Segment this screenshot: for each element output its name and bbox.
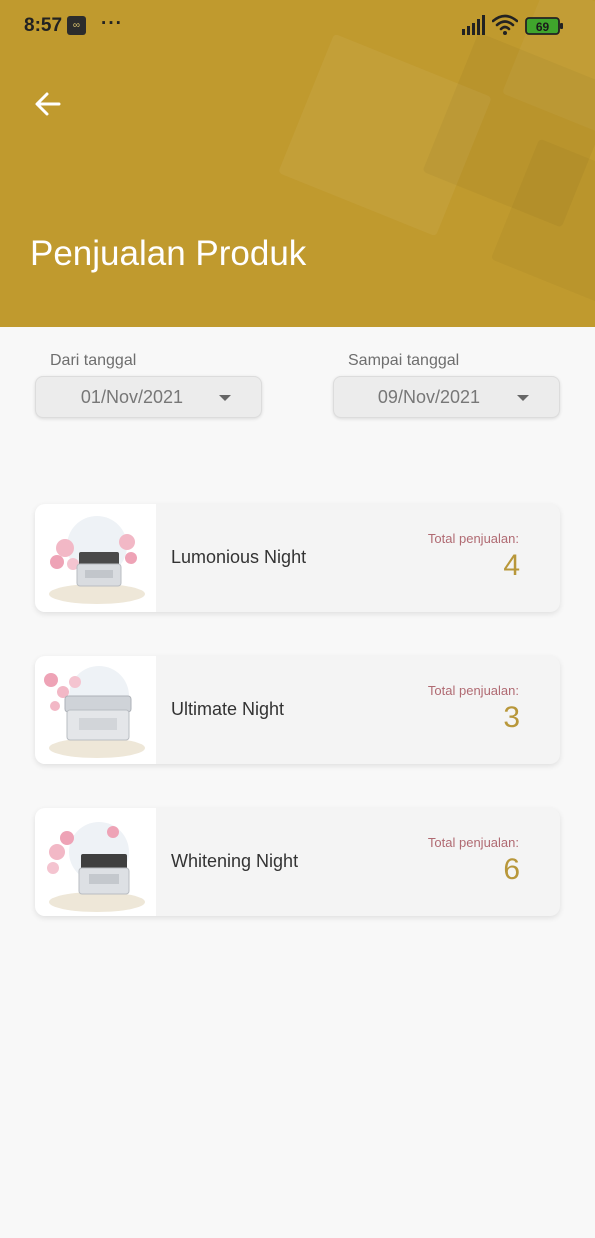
total-sales-label: Total penjualan: — [427, 835, 519, 850]
product-image — [35, 808, 156, 916]
total-sales-value: 3 — [503, 701, 520, 734]
date-from-dropdown[interactable]: 01/Nov/2021 — [35, 376, 262, 418]
status-time: 8:57 — [24, 15, 63, 36]
date-to-group: Sampai tanggal 09/Nov/2021 — [333, 352, 560, 418]
arrow-left-icon — [35, 92, 61, 116]
total-sales-label: Total penjualan: — [427, 531, 519, 546]
back-button[interactable] — [30, 86, 66, 122]
product-name: Whitening Night — [171, 851, 299, 871]
date-to-dropdown[interactable]: 09/Nov/2021 — [333, 376, 560, 418]
night-cream-jar-image — [44, 666, 145, 758]
status-bar: 8:57 ∞ ··· 69 — [0, 0, 595, 54]
total-sales-label: Total penjualan: — [427, 683, 519, 698]
more-notifications-icon: ··· — [101, 13, 123, 34]
date-to-value: 09/Nov/2021 — [377, 386, 480, 407]
chevron-down-icon — [517, 395, 529, 401]
product-card[interactable]: Lumonious Night Total penjualan: 4 — [35, 504, 560, 612]
product-name: Lumonious Night — [171, 547, 307, 567]
product-name: Ultimate Night — [171, 699, 285, 719]
date-to-label: Sampai tanggal — [348, 352, 460, 369]
battery-level: 69 — [536, 20, 550, 34]
battery-icon: 69 — [525, 16, 565, 36]
product-image — [35, 504, 156, 612]
night-cream-jar-image — [49, 516, 145, 604]
date-from-label: Dari tanggal — [50, 352, 137, 369]
wifi-icon — [492, 14, 518, 35]
page-title: Penjualan Produk — [30, 234, 307, 273]
infinity-icon: ∞ — [67, 16, 86, 35]
total-sales-value: 6 — [503, 853, 520, 886]
total-sales-value: 4 — [503, 549, 520, 582]
chevron-down-icon — [219, 395, 231, 401]
product-card[interactable]: Ultimate Night Total penjualan: 3 — [35, 656, 560, 764]
signal-icon — [462, 15, 485, 35]
app-header: 8:57 ∞ ··· 69 Penjualan Produk — [0, 0, 595, 327]
product-list: Lumonious Night Total penjualan: 4 Ultim… — [35, 504, 560, 960]
product-card[interactable]: Whitening Night Total penjualan: 6 — [35, 808, 560, 916]
date-from-value: 01/Nov/2021 — [80, 386, 183, 407]
product-image — [35, 656, 156, 764]
night-cream-jar-image — [47, 822, 145, 912]
date-from-group: Dari tanggal 01/Nov/2021 — [35, 352, 262, 418]
